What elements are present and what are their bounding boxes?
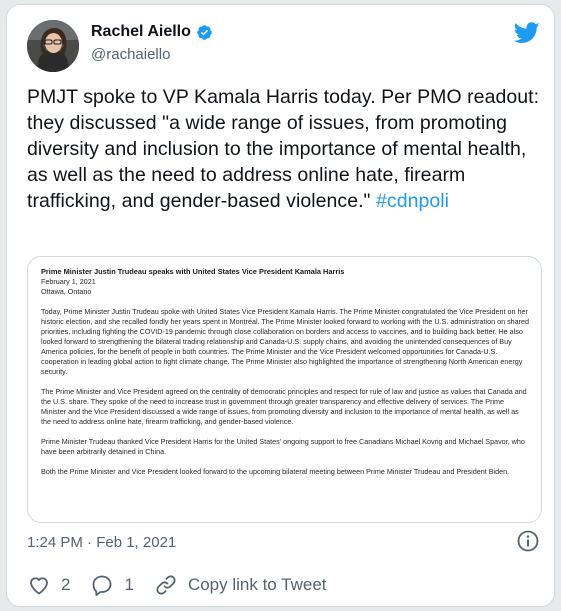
document-paragraph: Today, Prime Minister Justin Trudeau spo…	[41, 307, 530, 376]
reply-button[interactable]: 1	[90, 573, 134, 597]
copy-link-label: Copy link to Tweet	[187, 575, 327, 594]
like-count: 2	[61, 575, 71, 594]
reply-icon	[93, 575, 112, 596]
attached-image[interactable]: Prime Minister Justin Trudeau speaks wit…	[27, 256, 542, 523]
verified-badge-icon	[197, 24, 212, 40]
reply-count: 1	[124, 575, 134, 594]
user-handle[interactable]: @rachaiello	[91, 46, 170, 63]
info-icon[interactable]	[516, 529, 540, 553]
like-button[interactable]: 2	[27, 573, 70, 597]
copy-link-button[interactable]: Copy link to Tweet	[154, 573, 327, 597]
tweet-card: Rachel Aiello @rachaiello PMJT spoke to …	[6, 4, 555, 607]
document-paragraph: The Prime Minister and Vice President ag…	[41, 387, 527, 426]
twitter-bird-icon[interactable]	[514, 22, 540, 44]
action-bar: 2 1 Copy link to Tweet	[27, 573, 347, 597]
document-paragraph: Both the Prime Minister and Vice Preside…	[41, 467, 510, 476]
display-name[interactable]: Rachel Aiello	[91, 23, 191, 41]
document-title: Prime Minister Justin Trudeau speaks wit…	[41, 267, 345, 276]
link-icon	[156, 575, 176, 595]
document-paragraph: Prime Minister Trudeau thanked Vice Pres…	[41, 437, 525, 456]
tweet-timestamp[interactable]: 1:24 PM · Feb 1, 2021	[27, 534, 176, 551]
document-date: February 1, 2021	[41, 277, 96, 286]
hashtag-link[interactable]: #cdnpoli	[376, 190, 449, 212]
avatar[interactable]	[27, 20, 79, 72]
heart-icon	[30, 577, 48, 595]
tweet-text: PMJT spoke to VP Kamala Harris today. Pe…	[27, 84, 542, 214]
tweet-body: PMJT spoke to VP Kamala Harris today. Pe…	[27, 86, 540, 212]
document-location: Ottawa, Ontario	[41, 287, 92, 296]
